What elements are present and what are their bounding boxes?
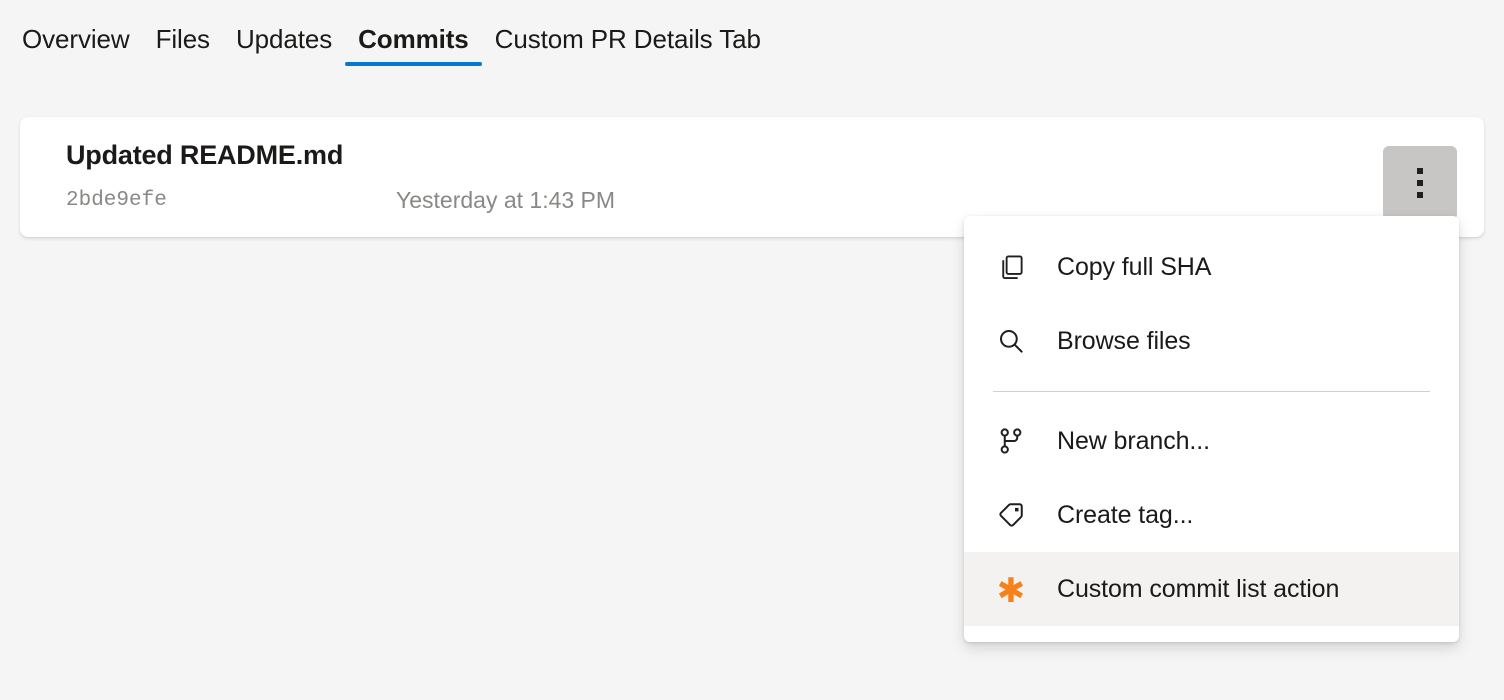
tab-commits[interactable]: Commits [345,0,482,78]
menu-item-custom-commit-list-action[interactable]: ✱ Custom commit list action [964,552,1459,626]
tab-custom-pr-details[interactable]: Custom PR Details Tab [482,0,774,78]
commit-sha: 2bde9efe [66,189,396,212]
tab-label: Files [156,26,210,52]
menu-item-copy-full-sha[interactable]: Copy full SHA [964,230,1459,304]
branch-icon [993,423,1029,459]
more-vertical-icon [1417,192,1423,198]
tab-label: Custom PR Details Tab [495,26,761,52]
commit-overflow-button[interactable] [1383,146,1457,220]
tab-selected-indicator [345,62,482,66]
tab-overview[interactable]: Overview [9,0,143,78]
pr-details-tabstrip: Overview Files Updates Commits Custom PR… [0,0,1504,92]
commit-date: Yesterday at 1:43 PM [396,187,615,214]
menu-item-label: Custom commit list action [1057,575,1339,604]
tab-updates[interactable]: Updates [223,0,345,78]
menu-item-browse-files[interactable]: Browse files [964,304,1459,378]
more-vertical-icon [1417,168,1423,174]
tab-label: Overview [22,26,130,52]
commit-metadata: 2bde9efe Yesterday at 1:43 PM [66,187,615,213]
menu-item-create-tag[interactable]: Create tag... [964,478,1459,552]
menu-separator [993,391,1430,392]
menu-item-label: New branch... [1057,427,1210,456]
more-vertical-icon [1417,180,1423,186]
tag-icon [993,497,1029,533]
menu-item-label: Browse files [1057,327,1191,356]
tab-label: Commits [358,26,469,52]
tab-label: Updates [236,26,332,52]
tab-files[interactable]: Files [143,0,223,78]
asterisk-icon: ✱ [993,571,1029,607]
menu-item-label: Create tag... [1057,501,1193,530]
search-icon [993,323,1029,359]
copy-icon [993,249,1029,285]
menu-item-new-branch[interactable]: New branch... [964,404,1459,478]
commit-context-menu: Copy full SHA Browse files New branch... [964,216,1459,642]
menu-item-label: Copy full SHA [1057,253,1211,282]
commit-title: Updated README.md [66,140,343,171]
